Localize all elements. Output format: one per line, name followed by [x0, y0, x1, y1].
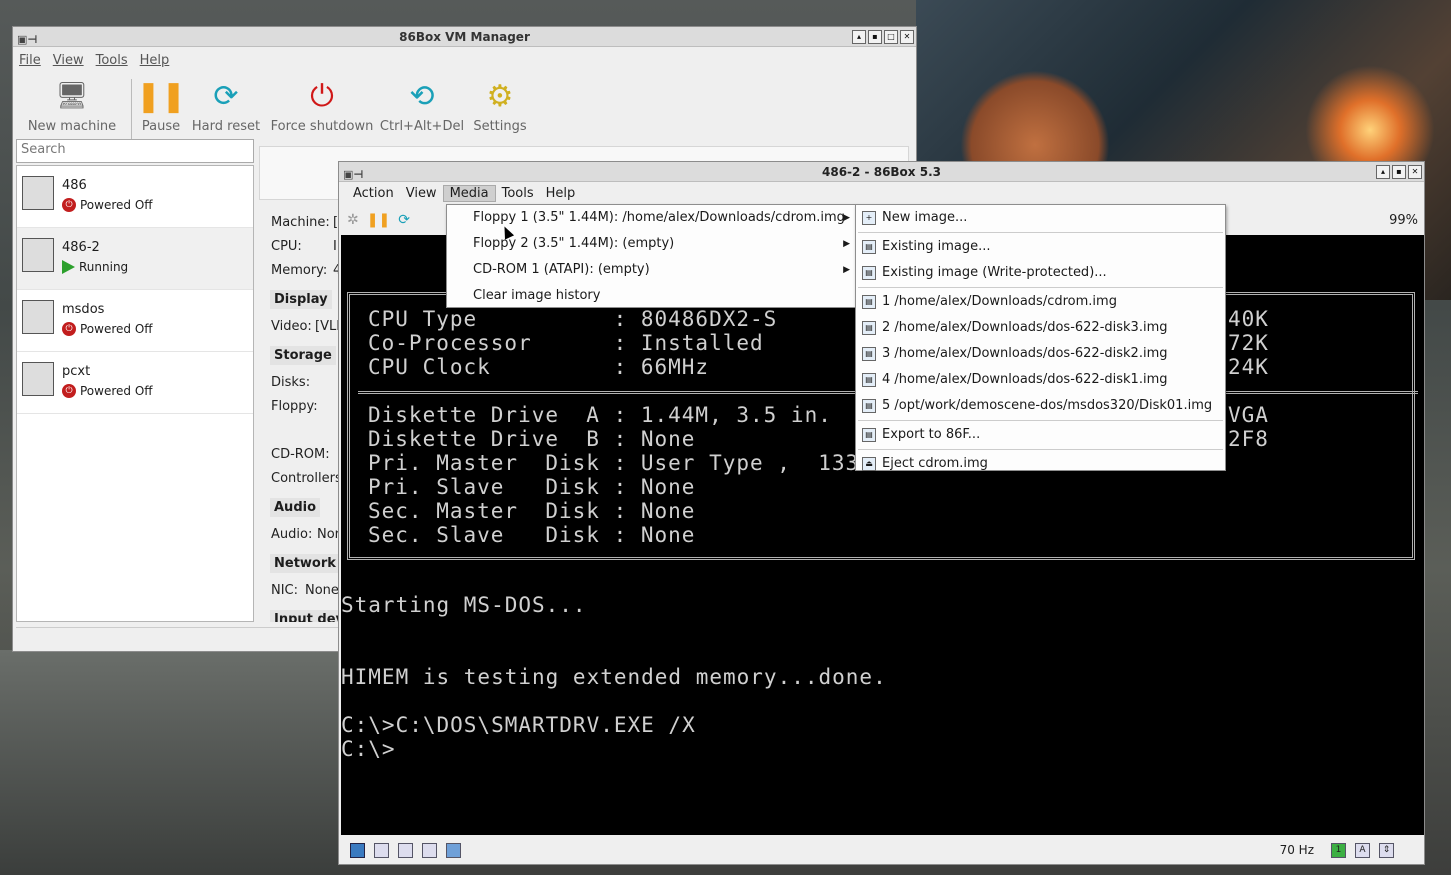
running-icon	[62, 260, 75, 274]
menu-tools[interactable]: Tools	[496, 186, 540, 201]
menu-action[interactable]: Action	[347, 186, 400, 201]
pause-icon[interactable]: ❚❚	[367, 212, 390, 228]
eject-icon: ⏏	[862, 457, 876, 471]
vm-toolbar: ✲ ❚❚ ⟳	[341, 207, 410, 233]
menu-view[interactable]: View	[47, 53, 90, 68]
shade-button[interactable]: ▴	[852, 30, 866, 44]
vm-item-msdos[interactable]: msdos ⏻ Powered Off	[17, 290, 253, 352]
computer-icon	[22, 300, 54, 334]
vm-titlebar[interactable]: ▣⊣ 486-2 - 86Box 5.3 ▴ ▪ ✕	[339, 162, 1424, 182]
settings-gear-icon: ⚙	[486, 78, 514, 114]
open-image-icon: ▤	[862, 240, 876, 254]
manager-menubar: File View Tools Help	[13, 48, 916, 72]
menu-item-clear-history[interactable]: Clear image history	[447, 283, 856, 309]
menu-item-export-86f[interactable]: ▤ Export to 86F...	[856, 422, 1225, 448]
menu-item-history-4[interactable]: ▤ 4 /home/alex/Downloads/dos-622-disk1.im…	[856, 367, 1225, 393]
chevron-right-icon: ▶	[843, 239, 850, 249]
scroll-lock-icon: ⇕	[1379, 842, 1394, 858]
media-menu: Floppy 1 (3.5" 1.44M): /home/alex/Downlo…	[446, 204, 857, 308]
floppy-submenu: + New image... ▤ Existing image... ▤ Existi…	[855, 204, 1226, 471]
sound-icon[interactable]	[446, 842, 461, 858]
num-lock-icon: 1	[1331, 842, 1346, 858]
vm-item-486[interactable]: 486 ⏻ Powered Off	[17, 166, 253, 228]
hdd-icon[interactable]	[422, 842, 437, 858]
search-input[interactable]: Search	[16, 139, 254, 163]
menu-item-existing-image[interactable]: ▤ Existing image...	[856, 234, 1225, 260]
image-icon: ▤	[862, 399, 876, 413]
hard-reset-icon: ⟳	[213, 78, 239, 114]
maximize-button[interactable]: □	[884, 30, 898, 44]
close-button[interactable]: ✕	[1408, 165, 1422, 179]
menu-item-existing-image-wp[interactable]: ▤ Existing image (Write-protected)...	[856, 260, 1225, 286]
menu-tools[interactable]: Tools	[90, 53, 134, 68]
vm-item-pcxt[interactable]: pcxt ⏻ Powered Off	[17, 352, 253, 414]
manager-title: 86Box VM Manager	[399, 30, 530, 44]
power-icon: ⏻	[310, 78, 334, 114]
refresh-rate: 70 Hz	[1279, 843, 1314, 857]
menu-item-cdrom-1[interactable]: CD-ROM 1 (ATAPI): (empty) ▶	[447, 257, 856, 283]
menu-item-history-1[interactable]: ▤ 1 /home/alex/Downloads/cdrom.img	[856, 289, 1225, 315]
image-icon: ▤	[862, 347, 876, 361]
chevron-right-icon: ▶	[843, 265, 850, 275]
minimize-button[interactable]: ▪	[1392, 165, 1406, 179]
image-icon: ▤	[862, 295, 876, 309]
menu-help[interactable]: Help	[540, 186, 582, 201]
powered-off-icon: ⏻	[62, 322, 76, 336]
floppy-2-icon[interactable]	[374, 842, 389, 858]
ctrl-alt-del-icon: ⟲	[409, 78, 435, 114]
wallpaper-car	[0, 650, 340, 875]
vm-item-486-2[interactable]: 486-2 Running	[17, 228, 253, 290]
menu-item-eject[interactable]: ⏏ Eject cdrom.img	[856, 451, 1225, 477]
manager-titlebar[interactable]: ▣⊣ 86Box VM Manager ▴ ▪ □ ✕	[13, 27, 916, 47]
menu-help[interactable]: Help	[134, 53, 176, 68]
menu-item-history-2[interactable]: ▤ 2 /home/alex/Downloads/dos-622-disk3.im…	[856, 315, 1225, 341]
reset-icon[interactable]: ⟳	[398, 212, 410, 228]
image-icon: ▤	[862, 373, 876, 387]
vm-menubar: Action View Media Tools Help	[339, 181, 1424, 205]
new-image-icon: +	[862, 211, 876, 225]
menu-item-history-3[interactable]: ▤ 3 /home/alex/Downloads/dos-622-disk2.im…	[856, 341, 1225, 367]
speed-percent: 99%	[1389, 213, 1418, 228]
menu-item-history-5[interactable]: ▤ 5 /opt/work/demoscene-dos/msdos320/Disk…	[856, 393, 1225, 419]
vm-title: 486-2 - 86Box 5.3	[822, 165, 941, 179]
export-icon: ▤	[862, 428, 876, 442]
new-machine-icon: 🖥	[55, 81, 89, 111]
image-icon: ▤	[862, 321, 876, 335]
close-button[interactable]: ✕	[900, 30, 914, 44]
menu-view[interactable]: View	[400, 186, 443, 201]
vm-statusbar: 70 Hz 1 A ⇕	[341, 838, 1422, 862]
powered-off-icon: ⏻	[62, 198, 76, 212]
vm-list: 486 ⏻ Powered Off 486-2 Running msdos ⏻ Po…	[16, 165, 254, 622]
gear-icon[interactable]: ✲	[347, 212, 359, 228]
minimize-button[interactable]: ▪	[868, 30, 882, 44]
app-icon: ▣⊣	[17, 33, 38, 46]
menu-media[interactable]: Media	[442, 184, 496, 202]
open-image-icon: ▤	[862, 266, 876, 280]
cdrom-icon[interactable]	[398, 842, 413, 858]
menu-file[interactable]: File	[13, 53, 47, 68]
shade-button[interactable]: ▴	[1376, 165, 1390, 179]
pause-icon: ❚❚	[135, 78, 187, 114]
floppy-icon[interactable]	[350, 842, 365, 858]
computer-icon	[22, 362, 54, 396]
menu-item-new-image[interactable]: + New image...	[856, 205, 1225, 231]
powered-off-icon: ⏻	[62, 384, 76, 398]
computer-icon	[22, 176, 54, 210]
chevron-right-icon: ▶	[843, 213, 850, 223]
caps-lock-icon: A	[1355, 842, 1370, 858]
computer-icon	[22, 238, 54, 272]
